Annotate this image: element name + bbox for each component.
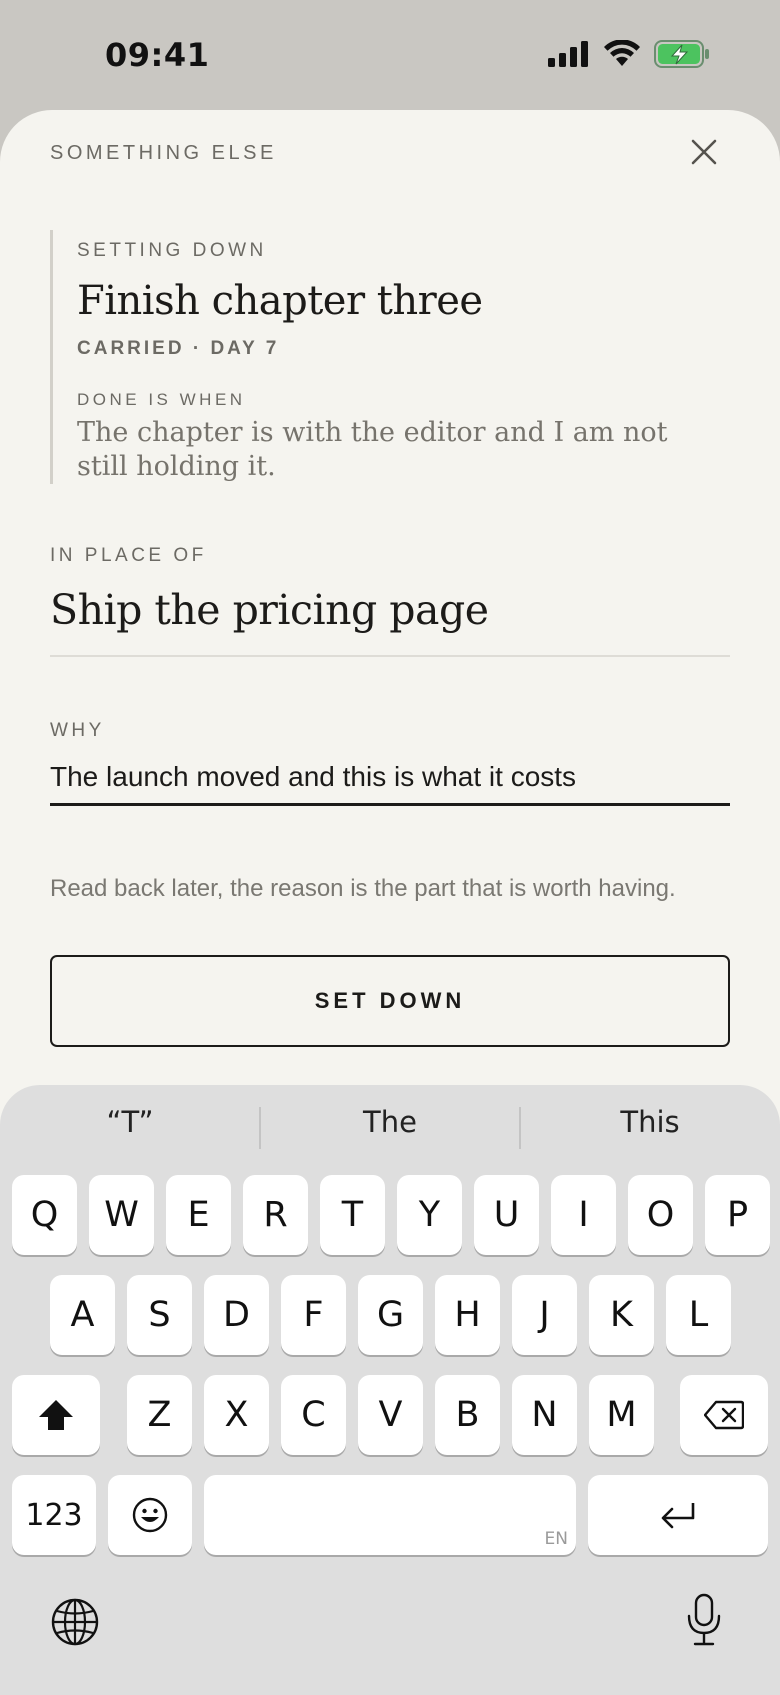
key-i[interactable]: I — [551, 1175, 616, 1255]
key-x[interactable]: X — [204, 1375, 269, 1455]
key-n[interactable]: N — [512, 1375, 577, 1455]
close-button[interactable] — [684, 132, 724, 172]
key-a[interactable]: A — [50, 1275, 115, 1355]
space-language-label: EN — [544, 1529, 568, 1549]
done-is-when-label: DONE IS WHEN — [77, 390, 246, 409]
close-icon — [691, 139, 717, 165]
key-b[interactable]: B — [435, 1375, 500, 1455]
status-time: 09:41 — [105, 36, 210, 74]
suggestion-2[interactable]: The — [260, 1105, 520, 1139]
in-place-of-label: IN PLACE OF — [50, 545, 207, 566]
return-icon — [661, 1503, 695, 1529]
status-icons — [548, 40, 710, 68]
globe-icon — [51, 1598, 99, 1646]
numbers-key[interactable]: 123 — [12, 1475, 96, 1555]
key-o[interactable]: O — [628, 1175, 693, 1255]
why-input[interactable] — [50, 750, 730, 806]
key-q[interactable]: Q — [12, 1175, 77, 1255]
setting-down-title: Finish chapter three — [77, 278, 483, 324]
backspace-icon — [704, 1400, 744, 1430]
suggestion-3[interactable]: This — [520, 1105, 780, 1139]
key-j[interactable]: J — [512, 1275, 577, 1355]
why-label: WHY — [50, 720, 105, 741]
key-g[interactable]: G — [358, 1275, 423, 1355]
keyboard: “T” The This Q W E R T Y U I O P A S D F… — [0, 1085, 780, 1695]
key-l[interactable]: L — [666, 1275, 731, 1355]
key-s[interactable]: S — [127, 1275, 192, 1355]
key-w[interactable]: W — [89, 1175, 154, 1255]
key-y[interactable]: Y — [397, 1175, 462, 1255]
setting-down-label: SETTING DOWN — [77, 240, 267, 261]
backspace-key[interactable] — [680, 1375, 768, 1455]
shift-icon — [39, 1400, 73, 1430]
key-p[interactable]: P — [705, 1175, 770, 1255]
microphone-icon — [687, 1593, 721, 1646]
divider — [50, 655, 730, 657]
key-k[interactable]: K — [589, 1275, 654, 1355]
suggestion-1[interactable]: “T” — [0, 1105, 260, 1139]
suggestion-bar: “T” The This — [0, 1085, 780, 1173]
globe-button[interactable] — [48, 1595, 102, 1649]
emoji-icon — [132, 1497, 168, 1533]
key-z[interactable]: Z — [127, 1375, 192, 1455]
dictation-button[interactable] — [680, 1590, 728, 1650]
key-c[interactable]: C — [281, 1375, 346, 1455]
signal-icon — [548, 41, 588, 67]
key-f[interactable]: F — [281, 1275, 346, 1355]
key-u[interactable]: U — [474, 1175, 539, 1255]
return-key[interactable] — [588, 1475, 768, 1555]
key-m[interactable]: M — [589, 1375, 654, 1455]
key-d[interactable]: D — [204, 1275, 269, 1355]
emoji-key[interactable] — [108, 1475, 192, 1555]
wifi-icon — [604, 40, 640, 66]
carried-meta: CARRIED · DAY 7 — [77, 338, 280, 359]
hint-text: Read back later, the reason is the part … — [50, 875, 676, 902]
key-t[interactable]: T — [320, 1175, 385, 1255]
key-v[interactable]: V — [358, 1375, 423, 1455]
status-bar: 09:41 — [0, 0, 780, 110]
sheet-title: SOMETHING ELSE — [50, 142, 277, 164]
in-place-of-value: Ship the pricing page — [50, 586, 489, 634]
setting-down-card: SETTING DOWN Finish chapter three CARRIE… — [50, 230, 740, 484]
battery-icon — [654, 40, 709, 68]
key-h[interactable]: H — [435, 1275, 500, 1355]
shift-key[interactable] — [12, 1375, 100, 1455]
key-r[interactable]: R — [243, 1175, 308, 1255]
key-e[interactable]: E — [166, 1175, 231, 1255]
space-key[interactable]: EN — [204, 1475, 576, 1555]
set-down-button[interactable]: SET DOWN — [50, 955, 730, 1047]
done-is-when-text: The chapter is with the editor and I am … — [77, 417, 668, 482]
